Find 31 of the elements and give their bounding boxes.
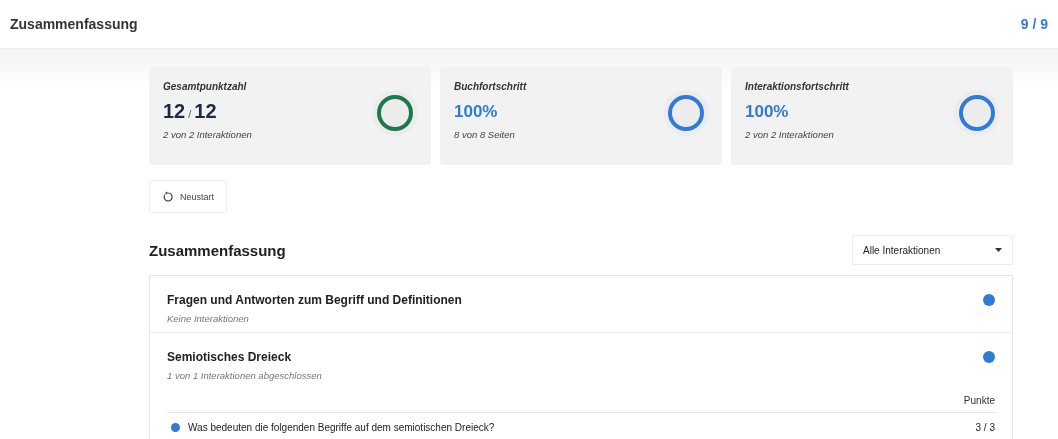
chapter-subtitle: 1 von 1 Interaktionen abgeschlossen — [167, 370, 323, 381]
card-title: Gesamtpunktzahl — [163, 81, 248, 92]
card-caption: 8 von 8 Seiten — [454, 129, 516, 140]
filter-dropdown[interactable]: Alle Interaktionen — [852, 235, 1013, 265]
percent-value: 100% — [454, 102, 499, 122]
status-dot-icon — [983, 294, 995, 306]
progress-ring-icon — [373, 91, 417, 135]
progress-ring-icon — [664, 91, 708, 135]
percent-value: 100% — [745, 102, 790, 122]
section-heading: Zusammenfassung — [149, 241, 286, 259]
score-value: 12 — [163, 100, 186, 122]
score-separator: / — [188, 108, 192, 120]
caret-icon — [995, 248, 1002, 252]
status-dot-icon — [983, 351, 995, 363]
card-title: Buchfortschritt — [454, 81, 527, 92]
page-title: Zusammenfassung — [10, 16, 138, 32]
restart-icon — [162, 190, 174, 203]
chapter-subtitle: Keine Interaktionen — [167, 313, 250, 324]
page-counter: 9 / 9 — [1020, 16, 1048, 32]
card-caption: 2 von 2 Interaktionen — [745, 129, 835, 140]
status-dot-icon — [171, 423, 180, 432]
restart-button[interactable]: Neustart — [149, 180, 227, 213]
card-title: Interaktionsfortschritt — [745, 81, 849, 92]
chapter-title: Semiotisches Dreieck — [167, 350, 292, 364]
points-heading: Punkte — [963, 395, 995, 406]
interaction-question: Was bedeuten die folgenden Begriffe auf dem semiotischen Dreieck? — [188, 422, 495, 433]
score-max: 12 — [194, 100, 217, 122]
interaction-score: 3 / 3 — [975, 422, 995, 433]
progress-ring-icon — [955, 91, 999, 135]
chapter-title: Fragen und Antworten zum Begriff und Definitionen — [167, 293, 462, 307]
card-caption: 2 von 2 Interaktionen — [163, 129, 252, 140]
